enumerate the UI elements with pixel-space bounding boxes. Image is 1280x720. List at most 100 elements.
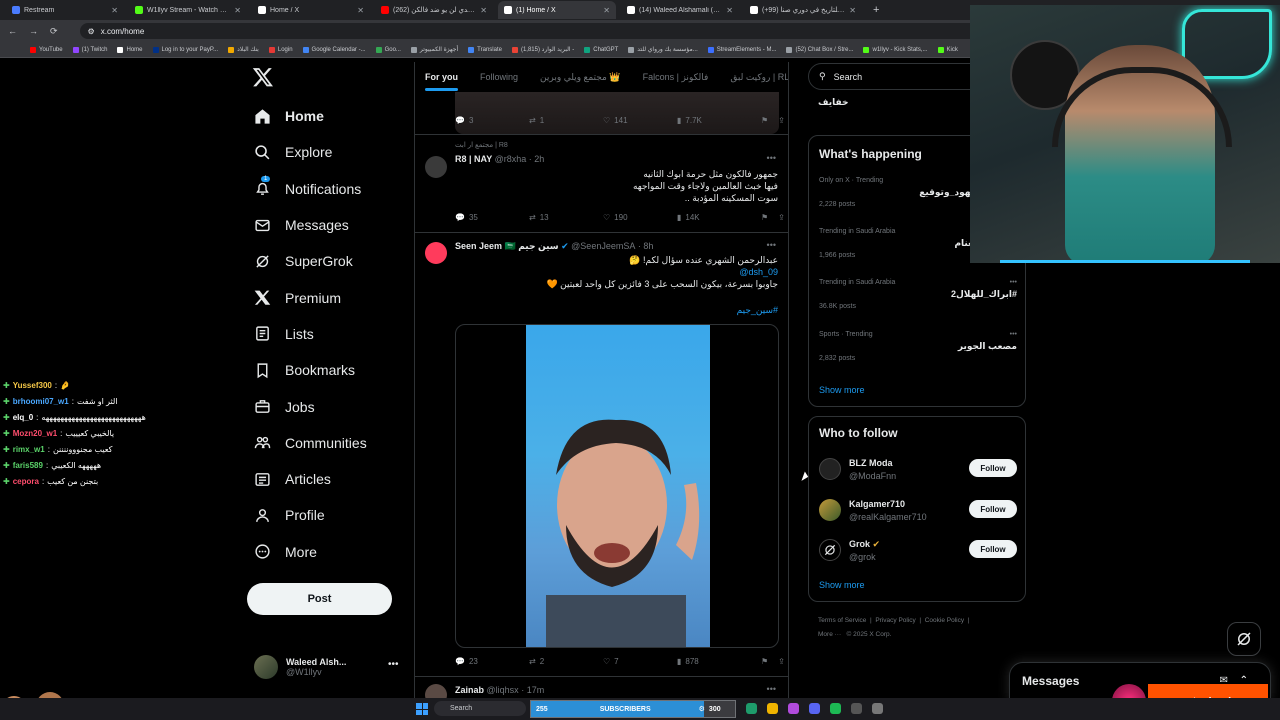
nav-item-communities[interactable]: Communities <box>254 425 367 461</box>
mention-link[interactable]: @dsh_09 <box>546 266 778 278</box>
tweet-author[interactable]: R8 | NAY @r8xha · 2h <box>455 154 544 164</box>
app-icon[interactable] <box>746 703 757 714</box>
forward-icon[interactable]: → <box>29 26 38 36</box>
browser-tab-home-x[interactable]: Home / X ✕ <box>252 1 370 19</box>
spotify-icon[interactable] <box>830 703 841 714</box>
more-horizontal-icon[interactable]: ••• <box>767 684 776 694</box>
grok-floating-button[interactable] <box>1227 622 1261 656</box>
close-icon[interactable]: ✕ <box>234 6 241 15</box>
tweet-video[interactable] <box>455 324 779 648</box>
share-icon[interactable]: ⇪ <box>778 657 785 666</box>
more-horizontal-icon[interactable]: ••• <box>767 153 776 163</box>
bookmark-item[interactable]: YouTube <box>30 46 63 53</box>
more-horizontal-icon[interactable]: ••• <box>388 659 399 670</box>
nav-item-explore[interactable]: Explore <box>254 134 367 170</box>
back-icon[interactable]: ← <box>8 26 17 36</box>
nav-item-home[interactable]: Home <box>254 98 367 134</box>
follow-button[interactable]: Follow <box>969 500 1017 518</box>
folder-icon[interactable] <box>767 703 778 714</box>
bookmark-item[interactable]: Log in to your PayP... <box>152 46 218 53</box>
bookmark-item[interactable]: Google Calendar -... <box>302 46 366 53</box>
show-more-link[interactable]: Show more <box>819 385 865 395</box>
tab-falcons[interactable]: Falcons | فالكونز <box>643 72 709 83</box>
close-icon[interactable]: ✕ <box>357 6 364 15</box>
nav-item-supergrok[interactable]: SuperGrok <box>254 243 367 279</box>
bookmark-item[interactable]: بنك البلاد <box>228 46 259 53</box>
bookmark-item[interactable]: StreamElements - M... <box>707 46 776 53</box>
nav-item-more[interactable]: More <box>254 534 367 570</box>
show-more-link[interactable]: Show more <box>819 580 865 590</box>
nav-item-jobs[interactable]: Jobs <box>254 388 367 424</box>
like-button[interactable]: ♡ 190 <box>603 213 677 222</box>
taskbar-search[interactable]: Search <box>434 701 526 716</box>
bookmark-item[interactable]: Login <box>268 46 293 53</box>
avatar[interactable] <box>425 242 447 264</box>
browser-tab-kick[interactable]: W1llyv Stream - Watch Live on ✕ <box>129 1 247 19</box>
follow-suggestion[interactable]: Grok ✔ @grok Follow <box>819 535 1017 565</box>
more-link[interactable]: More ··· <box>818 631 841 638</box>
browser-tab-youtube[interactable]: (262) طلوق تحدي لن يو ضد فالكن ✕ <box>375 1 493 19</box>
tab-for-you[interactable]: For you <box>425 72 458 91</box>
browser-tab-active[interactable]: (1) Home / X ✕ <box>498 1 616 19</box>
x-logo-icon[interactable] <box>252 66 274 88</box>
bookmark-item[interactable]: Home <box>117 46 143 53</box>
follow-button[interactable]: Follow <box>969 459 1017 477</box>
follow-suggestion[interactable]: Kalgamer710 @realKalgamer710 Follow <box>819 495 1017 525</box>
tab-following[interactable]: Following <box>480 72 518 82</box>
nav-item-profile[interactable]: Profile <box>254 497 367 533</box>
repost-button[interactable]: ⇄ 13 <box>529 213 603 222</box>
avatar[interactable] <box>425 156 447 178</box>
close-icon[interactable]: ✕ <box>111 6 118 15</box>
bookmark-item[interactable]: (52) Chat Box / Stre... <box>786 46 853 53</box>
bookmark-item[interactable]: Goo... <box>375 46 401 53</box>
nav-item-notifications[interactable]: 1 Notifications <box>254 171 367 207</box>
browser-tab-tiktok[interactable]: (+99) إسارة للتاريخ في دوري صنا✕ <box>744 1 862 19</box>
reply-button[interactable]: 💬 23 <box>455 657 529 666</box>
trend-item[interactable]: Trending in Saudi Arabia #ابراك_للهلال2 … <box>819 279 1017 310</box>
bookmark-item[interactable]: ChatGPT <box>584 46 618 53</box>
close-icon[interactable]: ✕ <box>480 6 487 15</box>
nav-item-premium[interactable]: Premium <box>254 279 367 315</box>
follow-suggestion[interactable]: BLZ Moda @ModaFnn Follow <box>819 454 1017 484</box>
share-icon[interactable]: ⇪ <box>778 213 785 222</box>
previous-tweet-media[interactable] <box>455 92 779 134</box>
terms-link[interactable]: Terms of Service <box>818 617 866 624</box>
reply-button[interactable]: 💬 3 <box>455 116 529 125</box>
tab-rocket-league[interactable]: روكيت لبق | RL <box>730 72 788 83</box>
views-button[interactable]: ▮ 14K <box>677 213 751 222</box>
windows-start-icon[interactable] <box>416 703 428 715</box>
views-button[interactable]: ▮ 878 <box>677 657 751 666</box>
bookmark-item[interactable]: w1llyv - Kick Stats,... <box>863 46 928 53</box>
search-suggestion[interactable]: خفايف <box>818 97 848 108</box>
tweet-author[interactable]: Zainab @liqhsx · 17m <box>455 685 544 695</box>
trend-item[interactable]: Sports · Trending مصعب الجوير 2,832 post… <box>819 331 1017 362</box>
privacy-link[interactable]: Privacy Policy <box>875 617 915 624</box>
reply-button[interactable]: 💬 35 <box>455 213 529 222</box>
bookmark-icon[interactable]: ⚑ <box>761 213 768 222</box>
follow-button[interactable]: Follow <box>969 540 1017 558</box>
like-button[interactable]: ♡ 141 <box>603 116 677 125</box>
more-horizontal-icon[interactable]: ••• <box>767 240 776 250</box>
browser-tab-restream[interactable]: Restream ✕ <box>6 1 124 19</box>
repost-button[interactable]: ⇄ 2 <box>529 657 603 666</box>
views-button[interactable]: ▮ 7.7K <box>677 116 751 125</box>
discord-icon[interactable] <box>809 703 820 714</box>
bookmark-icon[interactable]: ⚑ <box>761 657 768 666</box>
close-icon[interactable]: ✕ <box>849 6 856 15</box>
nav-item-messages[interactable]: Messages <box>254 207 367 243</box>
nav-item-bookmarks[interactable]: Bookmarks <box>254 352 367 388</box>
post-button[interactable]: Post <box>247 583 392 615</box>
app-icon[interactable] <box>872 703 883 714</box>
tweet-author[interactable]: Seen Jeem 🇸🇦 سين جيم ✔ @SeenJeemSA · 8h <box>455 241 653 252</box>
app-icon[interactable] <box>851 703 862 714</box>
bookmark-item[interactable]: (1) Twitch <box>72 46 107 53</box>
more-horizontal-icon[interactable]: ••• <box>1010 331 1017 338</box>
nav-item-lists[interactable]: Lists <box>254 316 367 352</box>
bookmark-item[interactable]: Kick <box>937 46 958 53</box>
share-icon[interactable]: ⇪ <box>778 116 785 125</box>
app-icon[interactable] <box>788 703 799 714</box>
more-horizontal-icon[interactable]: ••• <box>1010 279 1017 286</box>
repost-button[interactable]: ⇄ 1 <box>529 116 603 125</box>
nav-item-articles[interactable]: Articles <box>254 461 367 497</box>
new-tab-button[interactable]: + <box>867 4 885 16</box>
